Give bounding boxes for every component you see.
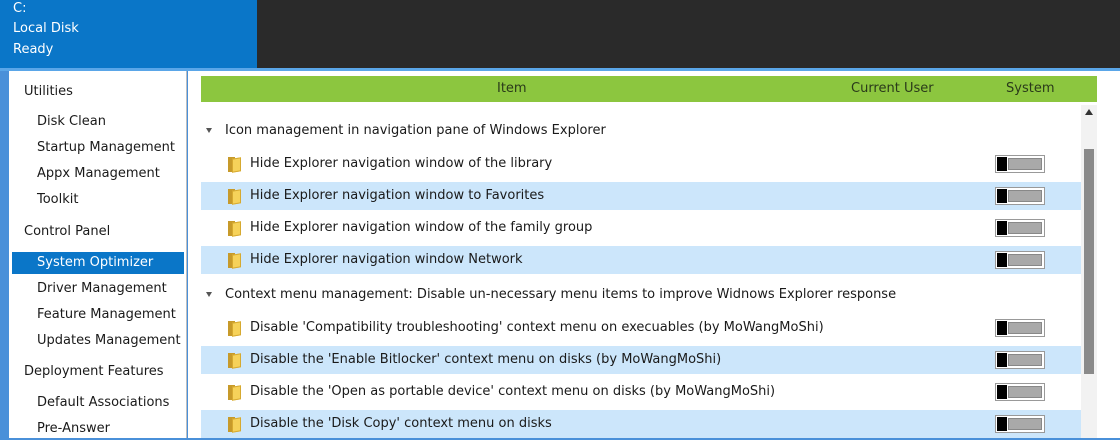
folder-icon [228, 253, 241, 269]
column-system[interactable]: System [1006, 76, 1054, 102]
sidebar-item-system-optimizer[interactable]: System Optimizer [12, 252, 184, 274]
drive-status: Ready [13, 42, 54, 57]
sidebar-item-updates-management[interactable]: Updates Management [9, 330, 214, 352]
sidebar-item-pre-answer[interactable]: Pre-Answer [9, 418, 214, 440]
row-label: Hide Explorer navigation window to Favor… [250, 188, 545, 203]
system-toggle[interactable] [995, 219, 1045, 237]
row-label: Disable 'Compatibility troubleshooting' … [250, 320, 824, 335]
column-current-user[interactable]: Current User [851, 76, 934, 102]
folder-icon [228, 221, 241, 237]
group-label: Context menu management: Disable un-nece… [225, 287, 897, 302]
folder-icon [228, 189, 241, 205]
row-label: Hide Explorer navigation window of the l… [250, 156, 553, 171]
sidebar-category-utilities[interactable]: Utilities [9, 81, 201, 103]
table-row[interactable]: Disable 'Compatibility troubleshooting' … [201, 314, 1081, 342]
sidebar-category-deployment-features[interactable]: Deployment Features [9, 361, 201, 383]
sidebar-item-appx-management[interactable]: Appx Management [9, 163, 214, 185]
collapse-triangle-icon[interactable] [206, 128, 212, 133]
folder-icon [228, 157, 241, 173]
row-label: Disable the 'Enable Bitlocker' context m… [250, 352, 722, 367]
vertical-scrollbar[interactable] [1081, 105, 1097, 438]
sidebar-item-feature-management[interactable]: Feature Management [9, 304, 214, 326]
sidebar-item-toolkit[interactable]: Toolkit [9, 189, 214, 211]
table-row[interactable]: Disable the 'Open as portable device' co… [201, 378, 1081, 406]
sidebar-item-disk-clean[interactable]: Disk Clean [9, 111, 214, 133]
table-row[interactable]: Hide Explorer navigation window of the l… [201, 150, 1081, 178]
system-toggle[interactable] [995, 383, 1045, 401]
row-label: Hide Explorer navigation window of the f… [250, 220, 593, 235]
row-label: Disable the 'Open as portable device' co… [250, 384, 776, 399]
sidebar: Utilities Disk Clean Startup Management … [9, 71, 187, 438]
table-row[interactable]: Hide Explorer navigation window Network [201, 246, 1081, 274]
sidebar-item-driver-management[interactable]: Driver Management [9, 278, 214, 300]
folder-icon [228, 321, 241, 337]
drive-name: Local Disk [13, 21, 79, 36]
system-toggle[interactable] [995, 251, 1045, 269]
folder-icon [228, 417, 241, 433]
sidebar-item-startup-management[interactable]: Startup Management [9, 137, 214, 159]
table-row[interactable]: Disable the 'Disk Copy' context menu on … [201, 410, 1081, 438]
drive-tile[interactable]: C: Local Disk Ready [0, 0, 257, 70]
folder-icon [228, 385, 241, 401]
column-item[interactable]: Item [497, 76, 527, 102]
main-panel: Item Current User System Icon management… [188, 71, 1120, 438]
sidebar-item-default-associations[interactable]: Default Associations [9, 392, 214, 414]
sidebar-category-control-panel[interactable]: Control Panel [9, 221, 201, 243]
system-toggle[interactable] [995, 415, 1045, 433]
table-row[interactable]: Hide Explorer navigation window of the f… [201, 214, 1081, 242]
group-header[interactable]: Icon management in navigation pane of Wi… [201, 116, 1081, 146]
header-area [257, 0, 1120, 70]
table-row[interactable]: Hide Explorer navigation window to Favor… [201, 182, 1081, 210]
scroll-up-arrow-icon[interactable] [1085, 109, 1093, 115]
drive-letter: C: [13, 1, 27, 16]
column-header: Item Current User System [201, 76, 1097, 102]
collapse-triangle-icon[interactable] [206, 292, 212, 297]
table-row[interactable]: Disable the 'Enable Bitlocker' context m… [201, 346, 1081, 374]
row-label: Hide Explorer navigation window Network [250, 252, 523, 267]
row-label: Disable the 'Disk Copy' context menu on … [250, 416, 552, 431]
system-toggle[interactable] [995, 351, 1045, 369]
scroll-thumb[interactable] [1084, 149, 1094, 374]
folder-icon [228, 353, 241, 369]
system-toggle[interactable] [995, 187, 1045, 205]
group-header[interactable]: Context menu management: Disable un-nece… [201, 280, 1081, 310]
system-toggle[interactable] [995, 155, 1045, 173]
system-toggle[interactable] [995, 319, 1045, 337]
group-label: Icon management in navigation pane of Wi… [225, 123, 606, 138]
